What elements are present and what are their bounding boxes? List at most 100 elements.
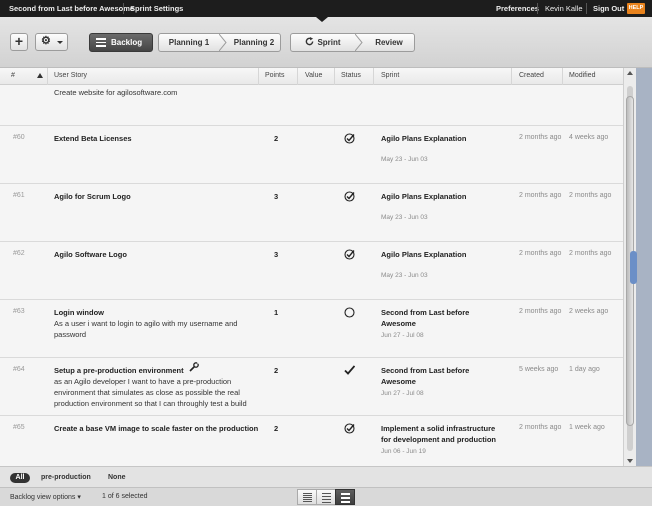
story-description: As a user i want to login to agilo with … (54, 319, 238, 339)
table-row[interactable]: #62 Agilo Software Logo 3 Agilo Plans Ex… (0, 242, 623, 300)
side-panel (630, 68, 652, 466)
selection-count: 1 of 6 selected (102, 493, 148, 500)
check-icon (344, 365, 355, 375)
list-icon (96, 38, 106, 47)
story-description: Create website for agilosoftware.com (54, 88, 178, 97)
table-row[interactable]: #63 Login window As a user i want to log… (0, 300, 623, 358)
view-medium-button[interactable] (316, 489, 336, 505)
divider (123, 3, 124, 14)
table-row[interactable]: #61 Agilo for Scrum Logo 3 Agilo Plans E… (0, 184, 623, 242)
sprint-dates: Jun 06 - Jun 19 (381, 448, 426, 455)
story-sprint[interactable]: Agilo Plans Explanation (381, 133, 511, 144)
backlog-view-options[interactable]: Backlog view options ▾ (10, 493, 81, 501)
add-button[interactable]: + (10, 33, 28, 51)
step-planning-1[interactable]: Planning 1 (159, 34, 219, 51)
planning-group: Planning 1 Planning 2 (158, 33, 281, 52)
wrench-icon[interactable] (189, 362, 199, 372)
story-sprint[interactable]: Agilo Plans Explanation (381, 191, 511, 202)
story-points: 3 (274, 192, 279, 201)
view-compact-button[interactable] (297, 489, 317, 505)
table-header: # User Story Points Value Status Sprint … (0, 68, 623, 85)
story-title[interactable]: Extend Beta Licenses (54, 134, 132, 143)
column-header-id[interactable]: # (11, 72, 15, 79)
column-header-value[interactable]: Value (305, 72, 322, 79)
story-modified: 2 months ago (569, 250, 612, 257)
sprint-group: Sprint Review (290, 33, 415, 52)
story-modified: 1 day ago (569, 366, 600, 373)
side-panel-handle[interactable] (630, 251, 637, 284)
filter-none[interactable]: None (108, 473, 126, 483)
story-created: 2 months ago (519, 250, 562, 257)
story-created: 2 months ago (519, 308, 562, 315)
backlog-table: Create website for agilosoftware.com #60… (0, 85, 623, 466)
step-review[interactable]: Review (363, 34, 415, 51)
sprint-dates: Jun 27 - Jul 08 (381, 390, 424, 397)
story-points: 2 (274, 134, 279, 143)
filter-all[interactable]: All (10, 473, 30, 483)
table-row[interactable]: #60 Extend Beta Licenses 2 Agilo Plans E… (0, 126, 623, 184)
story-id: #64 (13, 366, 25, 373)
table-row[interactable]: #64 Setup a pre-production environment a… (0, 358, 623, 416)
story-points: 2 (274, 366, 279, 375)
story-created: 2 months ago (519, 192, 562, 199)
column-header-points[interactable]: Points (265, 72, 284, 79)
step-sprint[interactable]: Sprint (291, 34, 355, 51)
caret-pointer (316, 17, 328, 22)
step-backlog-label: Backlog (111, 38, 143, 47)
column-header-modified[interactable]: Modified (569, 72, 595, 79)
refresh-icon (306, 37, 314, 46)
column-header-created[interactable]: Created (519, 72, 544, 79)
bottom-bar: Backlog view options ▾ 1 of 6 selected (0, 487, 652, 506)
user-name: Kevin Kalle (545, 4, 583, 13)
plus-icon: + (14, 33, 24, 49)
story-sprint[interactable]: Implement a solid infrastructure for dev… (381, 423, 506, 445)
story-created: 5 weeks ago (519, 366, 559, 373)
story-modified: 4 weeks ago (569, 134, 609, 141)
chevron-down-icon (57, 41, 63, 44)
story-title[interactable]: Login window (54, 308, 104, 317)
story-created: 2 months ago (519, 424, 562, 431)
column-header-sprint[interactable]: Sprint (381, 72, 399, 79)
divider (586, 3, 587, 14)
chevron-down-icon: ▾ (77, 494, 81, 501)
backlog-view-options-label: Backlog view options (10, 494, 76, 501)
story-created: 2 months ago (519, 134, 562, 141)
story-sprint[interactable]: Second from Last before Awesome (381, 307, 491, 329)
scroll-down-icon[interactable] (627, 459, 633, 463)
check-circle-icon (344, 249, 355, 260)
view-expanded-button[interactable] (335, 489, 355, 505)
settings-dropdown-button[interactable]: ⚙ (35, 33, 68, 51)
step-divider-icon (219, 34, 227, 51)
story-title[interactable]: Agilo for Scrum Logo (54, 192, 131, 201)
check-circle-icon (344, 191, 355, 202)
step-divider-icon (355, 34, 363, 51)
sprint-dates: May 23 - Jun 03 (381, 272, 428, 279)
story-sprint[interactable]: Second from Last before Awesome (381, 365, 491, 387)
story-title[interactable]: Agilo Software Logo (54, 250, 127, 259)
story-sprint[interactable]: Agilo Plans Explanation (381, 249, 511, 260)
filter-bar: All pre-production None (0, 466, 652, 487)
story-points: 1 (274, 308, 279, 317)
table-row[interactable]: Create website for agilosoftware.com (0, 85, 623, 126)
story-points: 2 (274, 424, 279, 433)
story-title[interactable]: Setup a pre-production environment (54, 366, 184, 375)
story-id: #60 (13, 134, 25, 141)
column-header-status[interactable]: Status (341, 72, 361, 79)
story-id: #62 (13, 250, 25, 257)
step-planning-2[interactable]: Planning 2 (227, 34, 281, 51)
divider (537, 3, 538, 14)
story-title[interactable]: Create a base VM image to scale faster o… (54, 424, 258, 433)
preferences-link[interactable]: Preferences (496, 4, 539, 13)
story-points: 3 (274, 250, 279, 259)
sprint-settings-link[interactable]: Sprint Settings (130, 4, 183, 13)
sign-out-link[interactable]: Sign Out (593, 4, 624, 13)
story-id: #65 (13, 424, 25, 431)
table-row[interactable]: #65 Create a base VM image to scale fast… (0, 416, 623, 466)
step-backlog[interactable]: Backlog (89, 33, 153, 52)
check-circle-icon (344, 423, 355, 434)
sprint-title-link[interactable]: Second from Last before Awesome (9, 4, 134, 13)
help-button[interactable]: HELP (627, 3, 645, 14)
column-header-user-story[interactable]: User Story (54, 72, 87, 79)
filter-pre-production[interactable]: pre-production (41, 473, 91, 483)
scroll-up-icon[interactable] (627, 71, 633, 75)
